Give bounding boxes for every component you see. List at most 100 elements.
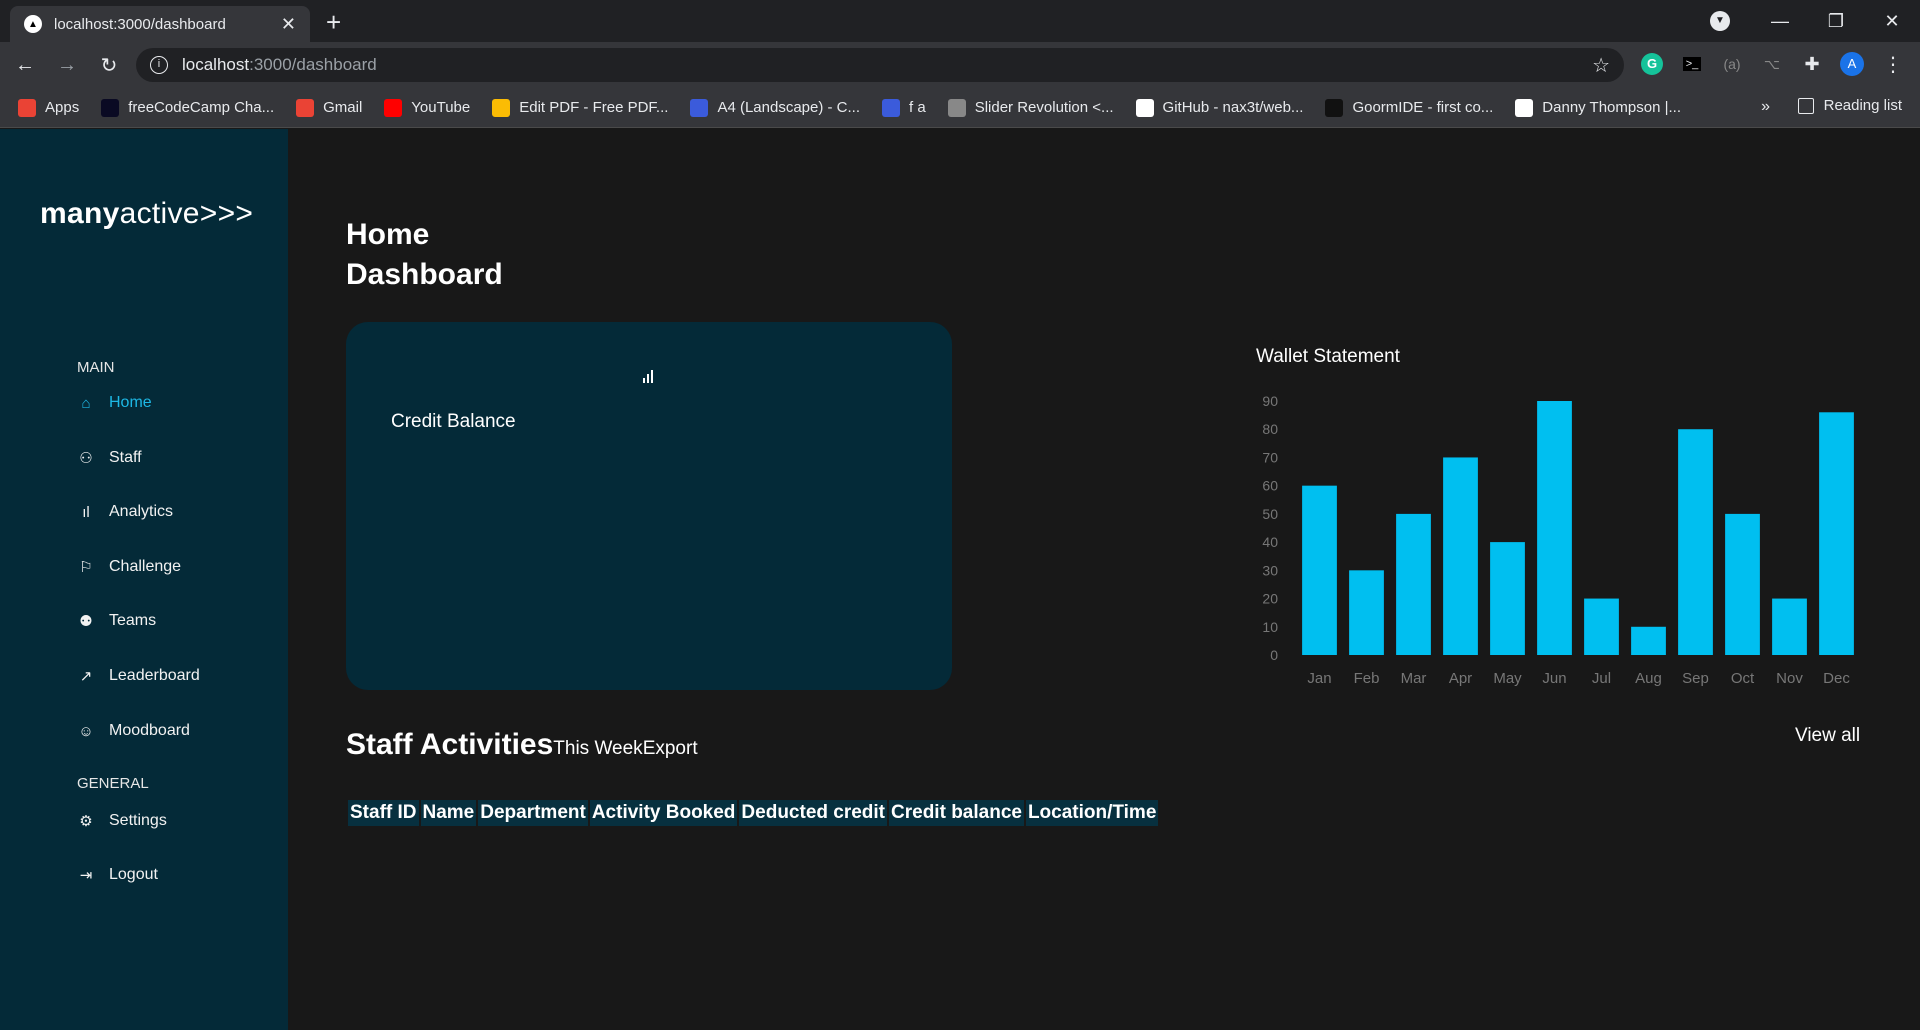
reload-icon[interactable]: ↻ <box>92 53 126 78</box>
bar-nov[interactable] <box>1772 598 1807 655</box>
bookmark-item[interactable]: f a <box>882 98 926 117</box>
app-logo[interactable]: manyactive>>> <box>40 197 253 231</box>
bar-jul[interactable] <box>1584 598 1619 655</box>
trending-up-icon: ↗ <box>79 667 93 685</box>
reading-list[interactable]: Reading list <box>1797 97 1902 114</box>
bookmark-label: freeCodeCamp Cha... <box>128 99 275 116</box>
bookmark-label: Gmail <box>323 99 363 116</box>
bookmark-item[interactable]: GitHub - nax3t/web... <box>1135 98 1304 117</box>
x-tick-label: Nov <box>1776 670 1803 687</box>
sidebar-item-logout[interactable]: ⇥ Logout <box>77 866 158 884</box>
bar-feb[interactable] <box>1349 570 1384 655</box>
apps-grid-icon <box>18 98 36 117</box>
y-tick-label: 60 <box>1262 478 1278 494</box>
x-tick-label: May <box>1493 670 1522 687</box>
bar-oct[interactable] <box>1725 513 1760 655</box>
bar-jan[interactable] <box>1302 485 1337 655</box>
x-tick-label: Apr <box>1449 670 1472 687</box>
pdf-icon <box>492 98 511 117</box>
x-tick-label: Jul <box>1592 670 1611 687</box>
browser-tab[interactable]: ▲ localhost:3000/dashboard ✕ <box>10 6 310 42</box>
bookmark-label: Danny Thompson |... <box>1542 99 1681 116</box>
bookmark-item[interactable]: Apps <box>18 98 80 117</box>
window-controls: — ❐ ✕ <box>1752 0 1920 42</box>
sidebar-item-staff[interactable]: ⚇ Staff <box>77 448 142 467</box>
bar-apr[interactable] <box>1443 457 1478 655</box>
bookmark-star-icon[interactable]: ☆ <box>1592 53 1610 78</box>
y-tick-label: 70 <box>1262 449 1278 465</box>
view-all-link[interactable]: View all <box>1795 725 1860 747</box>
sidebar-item-settings[interactable]: ⚙ Settings <box>77 812 167 830</box>
bookmark-item[interactable]: Danny Thompson |... <box>1515 98 1681 117</box>
extension-icon[interactable]: (a) <box>1719 51 1745 77</box>
restore-icon[interactable]: ❐ <box>1808 11 1864 32</box>
sidebar-item-home[interactable]: ⌂ Home <box>77 394 151 412</box>
y-tick-label: 10 <box>1262 619 1278 635</box>
forward-icon[interactable]: → <box>50 54 84 77</box>
close-window-icon[interactable]: ✕ <box>1864 11 1920 32</box>
bookmark-item[interactable]: Gmail <box>296 98 363 117</box>
bar-sep[interactable] <box>1678 429 1713 655</box>
bar-may[interactable] <box>1490 542 1525 655</box>
x-tick-label: Jan <box>1307 670 1331 687</box>
bookmark-label: f a <box>909 99 926 116</box>
period-selector[interactable]: This Week <box>553 738 642 760</box>
bookmark-label: Apps <box>45 99 80 116</box>
table-header-cell: Activity Booked <box>590 800 740 826</box>
flag-icon: ⚐ <box>79 558 93 576</box>
sidebar-item-label: Teams <box>109 612 157 629</box>
x-tick-label: Feb <box>1354 670 1380 687</box>
bookmark-label: Edit PDF - Free PDF... <box>519 99 669 116</box>
canva-icon <box>882 98 901 117</box>
terminal-icon <box>1325 98 1344 117</box>
table-header-cell: Name <box>421 800 479 826</box>
y-tick-label: 0 <box>1270 647 1278 663</box>
bookmarks-more-icon[interactable]: » <box>1761 98 1770 116</box>
sidebar-item-leaderboard[interactable]: ↗ Leaderboard <box>77 667 200 685</box>
bar-dec[interactable] <box>1819 412 1854 655</box>
smile-icon: ☺ <box>78 722 94 740</box>
tab-close-icon[interactable]: ✕ <box>281 14 296 35</box>
sidebar-item-teams[interactable]: ⚉ Teams <box>77 612 156 630</box>
profile-avatar[interactable]: A <box>1839 51 1865 77</box>
kebab-menu-icon[interactable]: ⋮ <box>1880 51 1906 77</box>
terminal-extension-icon[interactable]: >_ <box>1679 51 1705 77</box>
bookmark-item[interactable]: A4 (Landscape) - C... <box>690 98 861 117</box>
bookmark-item[interactable]: GoormIDE - first co... <box>1325 98 1493 117</box>
bookmark-item[interactable]: Edit PDF - Free PDF... <box>492 98 669 117</box>
bookmark-item[interactable]: freeCodeCamp Cha... <box>101 98 275 117</box>
bookmarks-bar: Apps freeCodeCamp Cha... Gmail YouTube Edit … <box>0 88 1920 128</box>
bookmark-item[interactable]: Slider Revolution <... <box>947 98 1114 117</box>
minimize-icon[interactable]: — <box>1752 11 1808 32</box>
logo-light: active>>> <box>119 197 254 230</box>
sidebar-item-moodboard[interactable]: ☺ Moodboard <box>77 722 190 740</box>
sidebar-item-label: Staff <box>109 448 142 466</box>
bar-mar[interactable] <box>1396 513 1431 655</box>
sidebar-item-challenge[interactable]: ⚐ Challenge <box>77 558 181 576</box>
y-tick-label: 90 <box>1262 393 1278 409</box>
page-title: Home Dashboard <box>346 215 503 295</box>
address-bar[interactable]: i localhost:3000/dashboard ☆ <box>136 48 1624 82</box>
globe-icon <box>1515 98 1534 117</box>
grammarly-icon[interactable]: G <box>1639 51 1665 77</box>
site-info-icon[interactable]: i <box>150 56 168 74</box>
export-button[interactable]: Export <box>643 738 698 760</box>
tab-search-icon[interactable]: ▼ <box>1710 11 1730 31</box>
bookmark-label: A4 (Landscape) - C... <box>717 99 861 116</box>
extension-icon[interactable]: ⌥ <box>1759 51 1785 77</box>
bar-jun[interactable] <box>1537 401 1572 655</box>
bookmark-label: GitHub - nax3t/web... <box>1162 99 1304 116</box>
x-tick-label: Oct <box>1731 670 1755 687</box>
puzzle-icon[interactable]: ✚ <box>1799 51 1825 77</box>
url-host: localhost <box>182 55 250 74</box>
back-icon[interactable]: ← <box>8 54 42 77</box>
bar-aug[interactable] <box>1631 626 1666 655</box>
y-tick-label: 40 <box>1262 534 1278 550</box>
table-header-cell: Location/Time <box>1027 802 1157 823</box>
new-tab-icon[interactable]: + <box>326 7 341 38</box>
sidebar-item-analytics[interactable]: ıl Analytics <box>77 503 173 521</box>
bookmark-item[interactable]: YouTube <box>384 98 470 117</box>
slider-icon <box>947 98 966 117</box>
canva-icon <box>690 98 709 117</box>
browser-toolbar: ← → ↻ i localhost:3000/dashboard ☆ <box>0 42 1920 88</box>
